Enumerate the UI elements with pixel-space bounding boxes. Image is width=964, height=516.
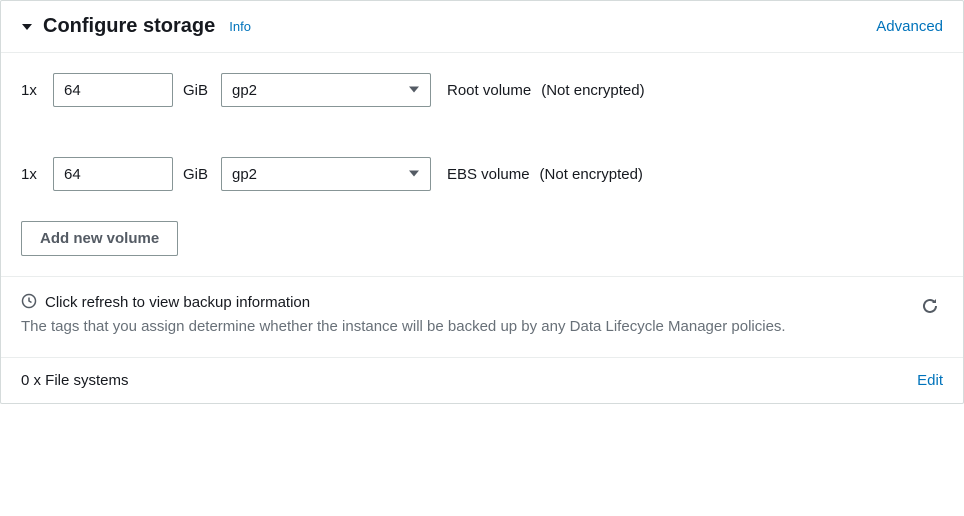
panel-body: 1x GiB gp2 Root volume (Not encrypted) 1… — [1, 53, 963, 277]
clock-icon — [21, 293, 37, 312]
info-link[interactable]: Info — [229, 19, 251, 34]
add-volume-button[interactable]: Add new volume — [21, 221, 178, 256]
volume-encryption: (Not encrypted) — [541, 82, 644, 99]
volume-name: EBS volume — [447, 166, 530, 183]
backup-section: Click refresh to view backup information… — [1, 277, 963, 358]
filesystems-text: 0 x File systems — [21, 372, 129, 389]
filesystems-section: 0 x File systems Edit — [1, 358, 963, 403]
collapse-caret-icon[interactable] — [21, 21, 33, 33]
volume-name: Root volume — [447, 82, 531, 99]
refresh-icon — [921, 297, 939, 315]
backup-title-row: Click refresh to view backup information — [21, 293, 901, 312]
volume-type-value: gp2 — [232, 82, 257, 99]
volume-row-ebs: 1x GiB gp2 EBS volume (Not encrypted) — [21, 157, 943, 191]
volume-size-input[interactable] — [53, 73, 173, 107]
volume-type-select[interactable]: gp2 — [221, 73, 431, 107]
backup-info: Click refresh to view backup information… — [21, 293, 901, 339]
volume-unit: GiB — [183, 166, 211, 183]
volume-count: 1x — [21, 166, 43, 183]
volume-size-input[interactable] — [53, 157, 173, 191]
volume-count: 1x — [21, 82, 43, 99]
volume-type-select[interactable]: gp2 — [221, 157, 431, 191]
edit-link[interactable]: Edit — [917, 372, 943, 389]
backup-description: The tags that you assign determine wheth… — [21, 316, 901, 339]
volume-encryption: (Not encrypted) — [540, 166, 643, 183]
dropdown-caret-icon — [408, 82, 420, 99]
panel-title: Configure storage — [43, 15, 215, 38]
dropdown-caret-icon — [408, 166, 420, 183]
advanced-link[interactable]: Advanced — [876, 18, 943, 35]
panel-header: Configure storage Info Advanced — [1, 1, 963, 53]
refresh-button[interactable] — [917, 293, 943, 322]
configure-storage-panel: Configure storage Info Advanced 1x GiB g… — [0, 0, 964, 404]
volume-type-value: gp2 — [232, 166, 257, 183]
panel-header-left: Configure storage Info — [21, 15, 251, 38]
volume-row-root: 1x GiB gp2 Root volume (Not encrypted) — [21, 73, 943, 107]
volume-unit: GiB — [183, 82, 211, 99]
backup-title: Click refresh to view backup information — [45, 294, 310, 311]
